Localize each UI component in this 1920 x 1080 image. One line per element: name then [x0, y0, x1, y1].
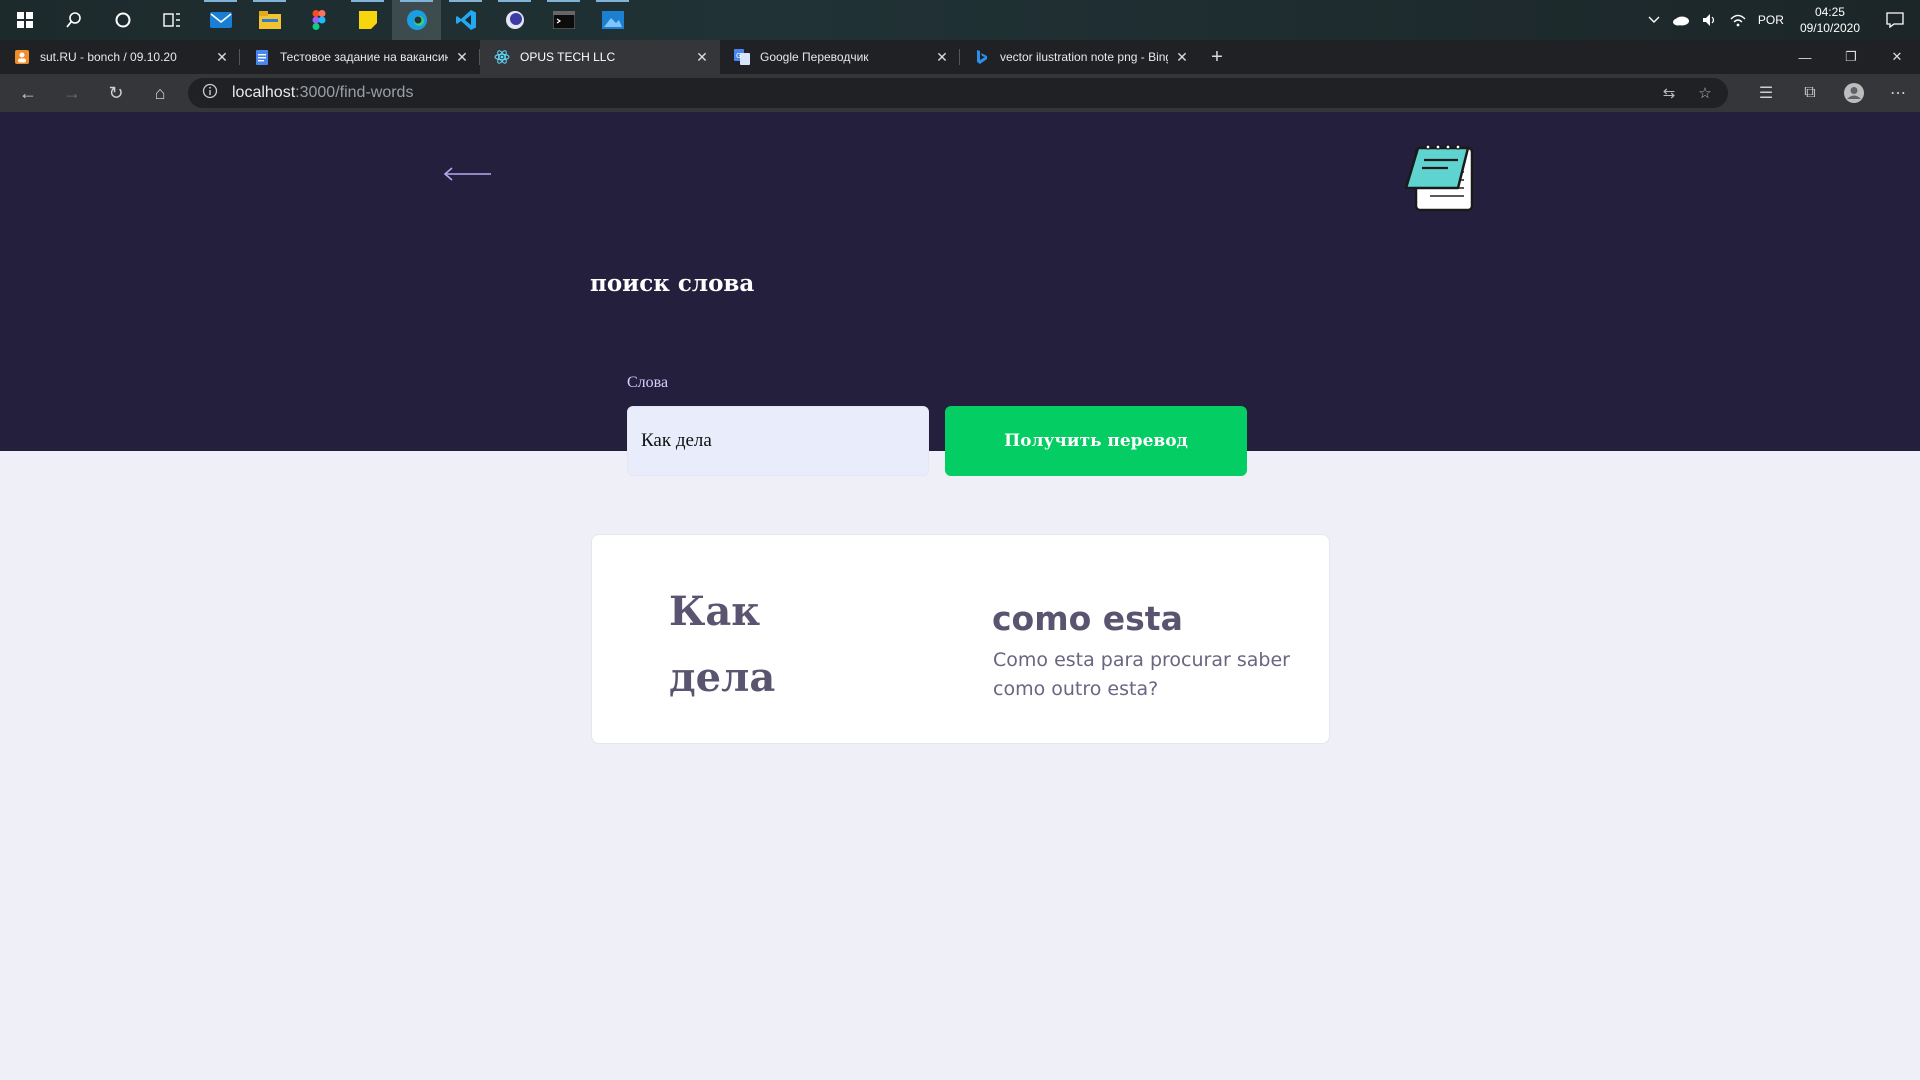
- new-tab-button[interactable]: +: [1200, 40, 1234, 74]
- address-bar[interactable]: localhost:3000/find-words ⇆ ☆: [188, 78, 1728, 108]
- page-content: поиск слова Слова Получить перевод Как д…: [0, 112, 1920, 1080]
- bing-icon: [974, 49, 990, 65]
- toolbar-actions: ☰ ⧉ ⋯: [1744, 74, 1920, 112]
- sut-ru-favicon-icon: [14, 49, 30, 65]
- close-tab-icon[interactable]: ✕: [694, 49, 710, 66]
- profile-avatar-icon[interactable]: [1832, 74, 1876, 112]
- words-field-label: Слова: [627, 374, 669, 391]
- more-options-icon[interactable]: ⋯: [1876, 74, 1920, 112]
- refresh-icon[interactable]: ↻: [94, 74, 138, 112]
- language-indicator[interactable]: POR: [1752, 0, 1790, 40]
- url-host: localhost: [232, 84, 296, 101]
- tab-sut-ru[interactable]: sut.RU - bonch / 09.10.20 ✕: [0, 40, 240, 74]
- file-explorer-icon[interactable]: [245, 0, 294, 40]
- get-translation-button[interactable]: Получить перевод: [945, 406, 1247, 476]
- translate-page-icon[interactable]: ⇆: [1654, 78, 1684, 108]
- app-circle-icon[interactable]: [490, 0, 539, 40]
- tab-opus-tech[interactable]: OPUS TECH LLC ✕: [480, 40, 720, 74]
- figma-icon[interactable]: [294, 0, 343, 40]
- tab-title: vector ilustration note png - Bing: [1000, 50, 1168, 64]
- react-logo-icon: [494, 49, 510, 65]
- home-icon[interactable]: ⌂: [138, 74, 182, 112]
- clock[interactable]: 04:25 09/10/2020: [1790, 4, 1870, 36]
- task-view-icon[interactable]: [147, 0, 196, 40]
- browser-toolbar: ← → ↻ ⌂ localhost:3000/find-words ⇆ ☆ ☰ …: [0, 74, 1920, 112]
- back-icon[interactable]: ←: [6, 74, 50, 112]
- translation-result-card: Как дела como esta Como esta para procur…: [591, 534, 1330, 744]
- cortana-icon[interactable]: [98, 0, 147, 40]
- close-tab-icon[interactable]: ✕: [934, 49, 950, 66]
- favorites-icon[interactable]: ☰: [1744, 74, 1788, 112]
- tab-title: sut.RU - bonch / 09.10.20: [40, 50, 177, 64]
- tab-google-translate[interactable]: G Google Переводчик ✕: [720, 40, 960, 74]
- tab-bing-search[interactable]: vector ilustration note png - Bing ✕: [960, 40, 1200, 74]
- wifi-icon[interactable]: [1724, 0, 1752, 40]
- google-docs-icon: [254, 49, 270, 65]
- source-word: Как дела: [669, 588, 776, 701]
- forward-icon[interactable]: →: [50, 74, 94, 112]
- close-window-icon[interactable]: ✕: [1874, 40, 1920, 74]
- favorite-star-icon[interactable]: ☆: [1690, 78, 1720, 108]
- windows-start-icon[interactable]: [0, 0, 49, 40]
- terminal-icon[interactable]: [539, 0, 588, 40]
- url-path: :3000/find-words: [295, 84, 414, 101]
- close-tab-icon[interactable]: ✕: [454, 49, 470, 66]
- photos-icon[interactable]: [588, 0, 637, 40]
- translation-description: Como esta para procurar saber como outro…: [993, 649, 1290, 700]
- collections-icon[interactable]: ⧉: [1788, 74, 1832, 112]
- word-input[interactable]: [627, 406, 929, 476]
- close-tab-icon[interactable]: ✕: [1174, 49, 1190, 66]
- vscode-icon[interactable]: [441, 0, 490, 40]
- browser-tab-strip: sut.RU - bonch / 09.10.20 ✕ Тестовое зад…: [0, 40, 1920, 74]
- minimize-icon[interactable]: —: [1782, 40, 1828, 74]
- page-title: поиск слова: [590, 270, 755, 297]
- edge-icon[interactable]: [392, 0, 441, 40]
- notifications-icon[interactable]: [1870, 0, 1920, 40]
- notebook-logo-icon: [1404, 144, 1474, 212]
- google-translate-icon: G: [734, 49, 750, 65]
- sticky-notes-icon[interactable]: [343, 0, 392, 40]
- clock-date: 09/10/2020: [1799, 21, 1860, 35]
- onedrive-icon[interactable]: [1666, 0, 1696, 40]
- search-icon[interactable]: [49, 0, 98, 40]
- back-arrow-icon[interactable]: [442, 162, 492, 186]
- svg-text:G: G: [736, 52, 741, 60]
- mail-icon[interactable]: [196, 0, 245, 40]
- volume-icon[interactable]: [1696, 0, 1724, 40]
- restore-icon[interactable]: ❐: [1828, 40, 1874, 74]
- close-tab-icon[interactable]: ✕: [214, 49, 230, 66]
- tab-test-task[interactable]: Тестовое задание на вакансию ✕: [240, 40, 480, 74]
- tab-title: Тестовое задание на вакансию: [280, 50, 448, 64]
- windows-taskbar: POR 04:25 09/10/2020: [0, 0, 1920, 40]
- hero-header: поиск слова Слова: [0, 112, 1920, 451]
- window-controls: — ❐ ✕: [1782, 40, 1920, 74]
- tab-title: OPUS TECH LLC: [520, 50, 616, 64]
- tab-title: Google Переводчик: [760, 50, 869, 64]
- site-info-icon[interactable]: [202, 83, 218, 104]
- translated-word: como esta: [992, 599, 1183, 638]
- clock-time: 04:25: [1814, 5, 1845, 19]
- system-tray: POR 04:25 09/10/2020: [1642, 0, 1920, 40]
- chevron-up-icon[interactable]: [1642, 0, 1666, 40]
